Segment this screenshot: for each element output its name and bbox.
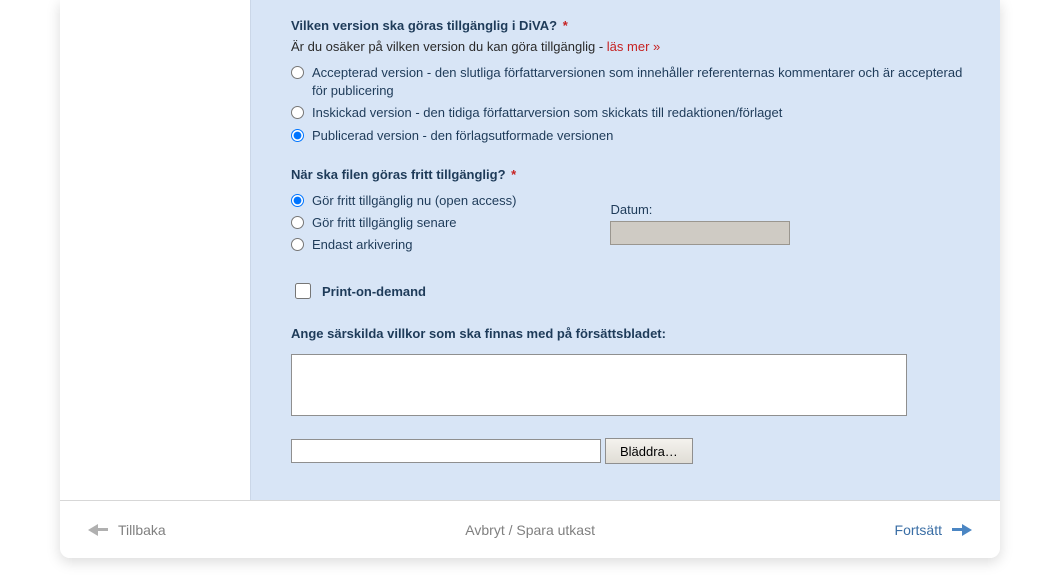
- required-asterisk: *: [563, 18, 568, 33]
- q1-heading-text: Vilken version ska göras tillgänglig i D…: [291, 18, 557, 33]
- radio-avail-now[interactable]: [291, 194, 304, 207]
- radio-accepted-version[interactable]: [291, 66, 304, 79]
- arrow-right-icon: [952, 524, 972, 536]
- browse-button[interactable]: Bläddra…: [605, 438, 693, 464]
- q2-heading: När ska filen göras fritt tillgänglig? *: [291, 167, 972, 182]
- form-panel: Vilken version ska göras tillgänglig i D…: [250, 0, 1000, 500]
- cancel-save-label: Avbryt / Spara utkast: [465, 522, 595, 538]
- read-more-link[interactable]: läs mer »: [607, 39, 660, 54]
- q1-heading: Vilken version ska göras tillgänglig i D…: [291, 18, 972, 33]
- radio-avail-archive[interactable]: [291, 238, 304, 251]
- required-asterisk: *: [511, 167, 516, 182]
- radio-avail-now-label: Gör fritt tillgänglig nu (open access): [312, 192, 516, 210]
- date-label: Datum:: [610, 202, 790, 217]
- print-on-demand-checkbox[interactable]: [295, 283, 311, 299]
- date-input[interactable]: [610, 221, 790, 245]
- back-label: Tillbaka: [118, 522, 166, 538]
- print-on-demand-label: Print-on-demand: [322, 284, 426, 299]
- cancel-save-button[interactable]: Avbryt / Spara utkast: [166, 522, 895, 538]
- conditions-textarea[interactable]: [291, 354, 907, 416]
- radio-avail-later[interactable]: [291, 216, 304, 229]
- radio-published-label: Publicerad version - den förlagsutformad…: [312, 127, 613, 145]
- file-path-input[interactable]: [291, 439, 601, 463]
- radio-published-version[interactable]: [291, 129, 304, 142]
- q1-subtext: Är du osäker på vilken version du kan gö…: [291, 39, 972, 54]
- radio-accepted-label: Accepterad version - den slutliga förfat…: [312, 64, 972, 100]
- q1-sub-prefix: Är du osäker på vilken version du kan gö…: [291, 39, 607, 54]
- radio-avail-archive-label: Endast arkivering: [312, 236, 412, 254]
- conditions-label: Ange särskilda villkor som ska finnas me…: [291, 326, 972, 341]
- radio-submitted-version[interactable]: [291, 106, 304, 119]
- footer-nav: Tillbaka Avbryt / Spara utkast Fortsätt: [60, 500, 1000, 558]
- sidebar: [60, 0, 250, 500]
- back-button[interactable]: Tillbaka: [88, 522, 166, 538]
- radio-avail-later-label: Gör fritt tillgänglig senare: [312, 214, 457, 232]
- continue-button[interactable]: Fortsätt: [895, 522, 972, 538]
- arrow-left-icon: [88, 524, 108, 536]
- radio-submitted-label: Inskickad version - den tidiga författar…: [312, 104, 782, 122]
- q2-heading-text: När ska filen göras fritt tillgänglig?: [291, 167, 506, 182]
- continue-label: Fortsätt: [895, 522, 942, 538]
